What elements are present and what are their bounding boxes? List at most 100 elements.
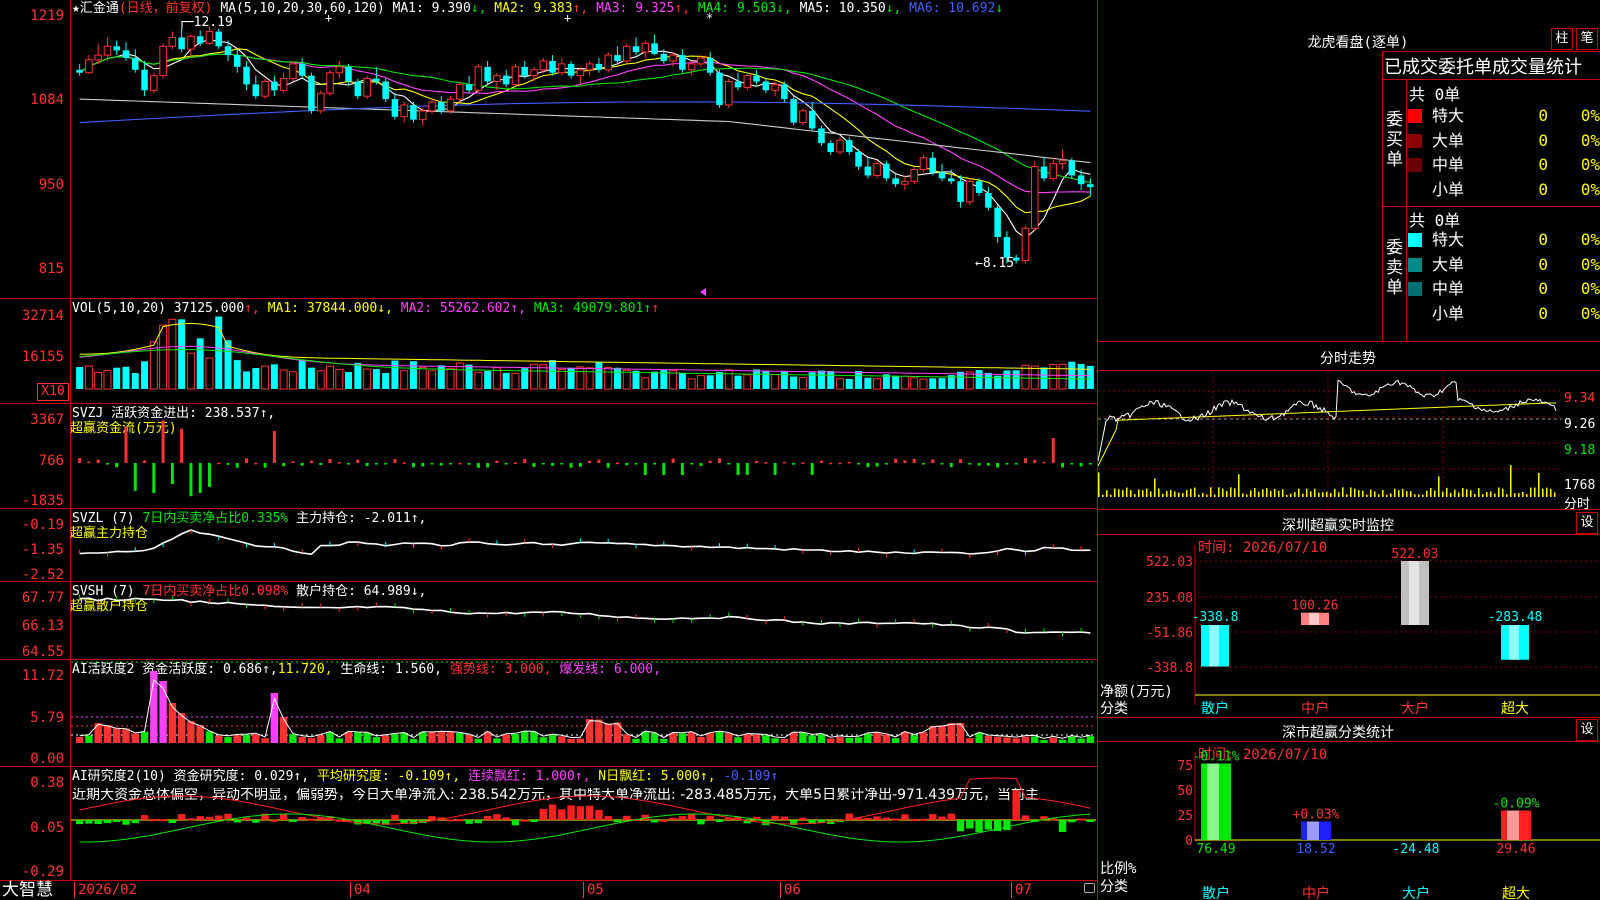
intraday-vol-bar (1298, 488, 1300, 497)
svzj-bar (625, 463, 629, 466)
intraday-vol-bar (1190, 488, 1192, 497)
cls-category: 超大 (1502, 886, 1530, 900)
vol-bar (178, 319, 186, 389)
ai1-bar (725, 733, 733, 743)
svsh-chart[interactable] (0, 582, 1098, 659)
candlestick-chart[interactable]: ┌─12.19 ←8.15 + + * (0, 0, 1098, 298)
svzj-bar (578, 463, 582, 467)
svzj-bar (263, 463, 267, 468)
bar-mode-button[interactable]: 柱 (1551, 28, 1573, 50)
svzj-bar (476, 463, 480, 468)
svzj-bar (857, 463, 861, 465)
candle-body (113, 46, 120, 51)
candle-body (660, 53, 668, 61)
intraday-vol-bar (1346, 494, 1348, 497)
ai2-bar (984, 820, 993, 830)
svzj-bar (1079, 463, 1083, 467)
vol-bar (798, 377, 807, 390)
ai1-bar (363, 732, 371, 743)
vol-bar (696, 375, 705, 390)
svzj-bar (643, 463, 647, 475)
ai1-bar (1058, 739, 1067, 743)
intraday-vol-bar (1186, 489, 1188, 497)
pen-mode-button[interactable]: 笔 (1576, 28, 1598, 50)
svzj-bar (551, 463, 555, 466)
intraday-vol-bar (1466, 489, 1468, 497)
ai1-bar (1031, 736, 1039, 743)
intraday-chart[interactable] (1098, 371, 1600, 509)
intraday-vol-bar (1126, 487, 1128, 497)
cls-bar-change: -0.11% (1193, 750, 1240, 765)
order-type: 特大 (1432, 230, 1465, 249)
vol-bar (446, 367, 455, 390)
ai1-bar (261, 738, 269, 743)
ai1-bar (122, 728, 130, 743)
ai2-bar (548, 804, 557, 820)
svzj-bar (597, 459, 601, 463)
ai2-bar (882, 817, 891, 820)
ai1-bar (771, 738, 779, 743)
ai1-bar (85, 735, 93, 743)
ai2-chart[interactable] (0, 767, 1098, 880)
vol-bar (715, 371, 723, 389)
ai1-bar (511, 733, 520, 743)
ai2-bar (233, 820, 241, 823)
ai2-bar (307, 818, 316, 821)
svzj-bar (272, 431, 276, 463)
svzj-chart[interactable] (0, 404, 1098, 508)
intraday-vol-bar (1542, 488, 1544, 497)
intraday-vol-bar (1518, 493, 1520, 497)
dragon-title: 龙虎看盘(逐单) (1307, 35, 1409, 51)
ai1-bar (428, 732, 436, 743)
candle-body (734, 81, 742, 88)
ai1-bar (762, 735, 770, 743)
candle-body (252, 84, 260, 97)
order-type: 中单 (1432, 279, 1465, 298)
vol-bar (678, 372, 686, 389)
ai2-bar (113, 820, 121, 822)
candle-body (687, 63, 696, 71)
ai1-bar (678, 733, 687, 743)
chart-area[interactable]: ★汇金通(日线，前复权) MA(5,10,20,30,60,120) MA1: … (0, 0, 1098, 900)
lock-icon[interactable] (1084, 883, 1095, 893)
svzj-bar (161, 420, 165, 463)
ai2-bar (242, 817, 251, 820)
intraday-vol-bar (1422, 494, 1424, 497)
cls-bar-value: 76.49 (1196, 842, 1235, 857)
candle-body (215, 31, 222, 47)
svzj-bar (347, 463, 351, 465)
intraday-vol-bar (1446, 487, 1448, 497)
ai1-bar (1012, 738, 1020, 743)
intraday-vol-bar (1130, 490, 1132, 497)
ai1-bar (836, 737, 844, 743)
sz-bar-chart[interactable]: 522.03235.08-51.86-338.8-338.8散户100.26中户… (1098, 535, 1600, 717)
vol-bar (391, 360, 399, 389)
sz-bar-value: 100.26 (1292, 599, 1339, 614)
cls-settings-button[interactable]: 设 (1576, 719, 1598, 741)
candle-body (697, 57, 705, 65)
vol-bar (113, 367, 121, 389)
ai2-bar (687, 814, 696, 820)
intraday-vol-bar (1106, 490, 1108, 497)
volume-chart[interactable] (0, 299, 1098, 403)
svzl-chart[interactable] (0, 509, 1098, 581)
ai1-bar (289, 734, 297, 743)
vol-bar (845, 378, 853, 389)
vol-bar (141, 361, 149, 389)
ai2-bar (196, 816, 204, 820)
intraday-vol-bar (1330, 492, 1332, 497)
vol-bar (734, 375, 742, 389)
ai1-bar (279, 717, 288, 743)
cls-bar-chart[interactable]: 75 50 25 0 -0.11% 76.49 散户 +0.03% 18.52 中户 -24.48 大… (1098, 742, 1600, 900)
ai1-chart[interactable]: ↑ (0, 660, 1098, 766)
intraday-vol-bar (1418, 494, 1420, 497)
intraday-vol-bar (1502, 488, 1504, 497)
ai1-bar (140, 731, 149, 743)
vol-bar (131, 373, 139, 389)
svzj-bar (615, 462, 619, 465)
sz-settings-button[interactable]: 设 (1576, 512, 1598, 534)
vol-bar (743, 374, 752, 390)
svzj-bar (569, 463, 573, 468)
vol-bar (604, 367, 613, 390)
intraday-vol-bar (1398, 490, 1400, 497)
